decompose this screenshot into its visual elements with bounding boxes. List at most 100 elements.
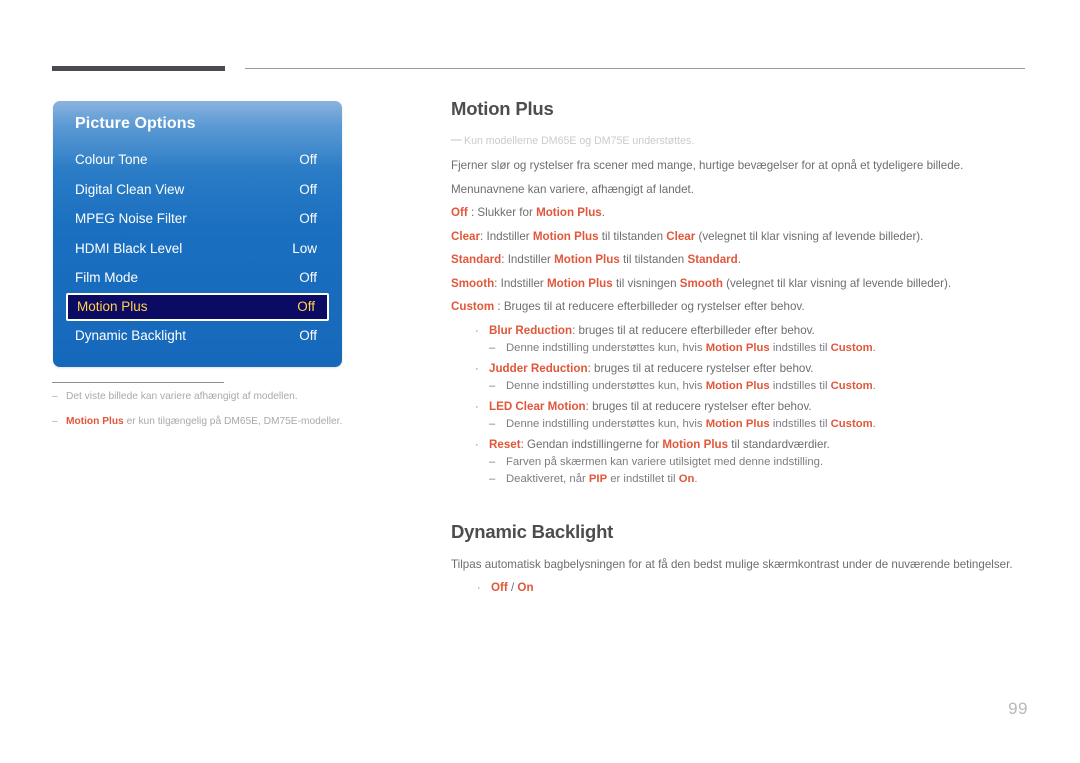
osd-row-label: Motion Plus [77, 299, 148, 314]
setting-desc-tail: til standardværdier. [728, 437, 830, 451]
option-state: Clear [666, 229, 696, 243]
sub-note-keyword-2: Custom [830, 417, 873, 430]
osd-row-label: Colour Tone [75, 152, 148, 168]
sub-note-post: . [694, 472, 698, 485]
bullet-icon: · [475, 324, 479, 337]
page-title-motion-plus: Motion Plus [451, 98, 554, 119]
option-def-smooth: Smooth: Indstiller Motion Plus til visni… [451, 276, 1031, 292]
sub-note-list: – Denne indstilling understøttes kun, hvi… [473, 416, 1031, 432]
picture-options-osd-panel: Picture Options Colour Tone Off Digital … [53, 101, 342, 367]
sub-note-pre: Farven på skærmen kan variere utilsigtet… [506, 455, 824, 468]
setting-name: Judder Reduction [489, 361, 588, 375]
list-item-text: · Reset: Gendan indstillingerne for Motio… [473, 437, 1031, 453]
sub-note-keyword-2: On [678, 472, 695, 485]
osd-row-motion-plus-selected[interactable]: Motion Plus Off [66, 292, 329, 321]
sub-note-post: . [872, 417, 876, 430]
sub-note-list: – Denne indstilling understøttes kun, hvi… [473, 340, 1031, 356]
list-item-text: · Blur Reduction: bruges til at reducere … [473, 323, 1031, 339]
option-name: Clear [451, 229, 481, 243]
sub-note-pre: Denne indstilling understøttes kun, hvis [506, 379, 706, 392]
osd-row-value: Off [297, 299, 315, 314]
intro-paragraph-2: Menunavnene kan variere, afhængigt af la… [451, 182, 694, 196]
option-off: Off [491, 581, 508, 594]
osd-row-label: Film Mode [75, 270, 139, 286]
osd-row-label: MPEG Noise Filter [75, 211, 187, 227]
bullet-icon: · [477, 582, 481, 594]
option-desc-mid: til tilstanden [598, 229, 667, 243]
sub-note-pre: Deaktiveret, når [506, 472, 589, 485]
option-desc-tail: (velegnet til klar visning af levende bi… [695, 229, 924, 243]
setting-name: Blur Reduction [489, 323, 573, 337]
option-def-off: Off : Slukker for Motion Plus. [451, 205, 1031, 221]
osd-row-value: Off [299, 152, 317, 168]
bullet-icon: · [475, 362, 479, 375]
sub-note-mid: indstilles til [769, 341, 831, 354]
option-desc-mid: til tilstanden [619, 253, 688, 266]
sub-note-pre: Denne indstilling understøttes kun, hvis [506, 417, 706, 430]
bullet-icon: · [475, 438, 479, 451]
sub-note-list: – Denne indstilling understøttes kun, hvi… [473, 378, 1031, 394]
sub-note-keyword: PIP [588, 472, 608, 485]
osd-row-colour-tone[interactable]: Colour Tone Off [53, 145, 342, 175]
setting-desc: : Gendan indstillingerne for [520, 437, 663, 451]
dash-icon: – [489, 379, 496, 392]
option-desc-tail: . [737, 253, 741, 266]
setting-desc: : bruges til at reducere rystelser efter… [587, 361, 814, 375]
sub-note-mid: indstilles til [769, 417, 831, 430]
list-item-blur-reduction: · Blur Reduction: bruges til at reducere … [473, 323, 1031, 356]
sub-note-list: – Farven på skærmen kan variere utilsigte… [473, 454, 1031, 487]
list-item-text: · Judder Reduction: bruges til at reducer… [473, 361, 1031, 377]
option-name: Off [451, 206, 468, 219]
osd-row-label: Dynamic Backlight [75, 327, 187, 343]
setting-name: LED Clear Motion [489, 399, 586, 413]
page-header [0, 0, 1080, 80]
list-item-judder-reduction: · Judder Reduction: bruges til at reducer… [473, 361, 1031, 394]
osd-menu-list: Colour Tone Off Digital Clean View Off M… [53, 145, 342, 350]
page-number: 99 [1008, 699, 1028, 718]
footnote-item: – Motion Plus er kun tilgængelig på DM65E… [52, 415, 372, 429]
osd-row-label: HDMI Black Level [75, 240, 183, 256]
osd-footnotes: – Det viste billede kan variere afhængigt… [52, 390, 372, 440]
osd-row-value: Off [299, 327, 317, 343]
option-desc-tail: . [601, 206, 605, 219]
option-def-custom: Custom : Bruges til at reducere efterbil… [451, 299, 1031, 315]
osd-row-value: Off [299, 211, 317, 227]
model-support-note-text: Kun modellerne DM65E og DM75E understøtt… [464, 135, 695, 147]
osd-row-hdmi-black-level[interactable]: HDMI Black Level Low [53, 234, 342, 264]
option-ref: Motion Plus [532, 229, 599, 243]
osd-row-mpeg-noise-filter[interactable]: MPEG Noise Filter Off [53, 204, 342, 234]
sub-note-keyword: Motion Plus [705, 341, 770, 354]
option-ref: Motion Plus [536, 206, 602, 219]
dynamic-backlight-description: Tilpas automatisk bagbelysningen for at … [451, 557, 1013, 571]
osd-panel-title: Picture Options [75, 115, 196, 132]
setting-desc: : bruges til at reducere rystelser efter… [585, 399, 812, 413]
dash-icon: – [489, 417, 496, 430]
option-name: Smooth [451, 276, 495, 290]
option-separator: : [494, 300, 504, 313]
option-desc: Indstiller [486, 229, 533, 243]
dash-icon: – [489, 472, 496, 485]
footnote-item: – Det viste billede kan variere afhængigt… [52, 390, 372, 404]
list-item-reset: · Reset: Gendan indstillingerne for Motio… [473, 437, 1031, 487]
bullet-icon: · [475, 400, 479, 413]
option-def-standard: Standard: Indstiller Motion Plus til til… [451, 252, 1031, 268]
osd-row-dynamic-backlight[interactable]: Dynamic Backlight Off [53, 321, 342, 351]
osd-row-film-mode[interactable]: Film Mode Off [53, 263, 342, 293]
dash-icon: – [489, 455, 496, 468]
option-desc-mid: til visningen [612, 276, 680, 290]
sub-note-item: – Denne indstilling understøttes kun, hvi… [489, 416, 1031, 432]
osd-row-digital-clean-view[interactable]: Digital Clean View Off [53, 175, 342, 205]
footnote-divider [52, 382, 224, 383]
sub-note-item: – Deaktiveret, når PIP er indstillet til … [489, 471, 1031, 487]
option-def-clear: Clear: Indstiller Motion Plus til tilsta… [451, 229, 1031, 245]
header-divider-line [245, 68, 1025, 69]
sub-note-mid: indstilles til [769, 379, 831, 392]
option-separator: / [507, 581, 518, 594]
sub-note-keyword-2: Custom [830, 379, 873, 392]
main-content: Motion Plus ― Kun modellerne DM65E og DM7… [451, 98, 1031, 596]
page-title-dynamic-backlight: Dynamic Backlight [451, 520, 614, 542]
setting-name: Reset [489, 437, 521, 451]
footnote-text: Det viste billede kan variere afhængigt … [66, 391, 298, 402]
dash-icon: – [489, 341, 496, 354]
dash-icon: – [52, 391, 58, 402]
